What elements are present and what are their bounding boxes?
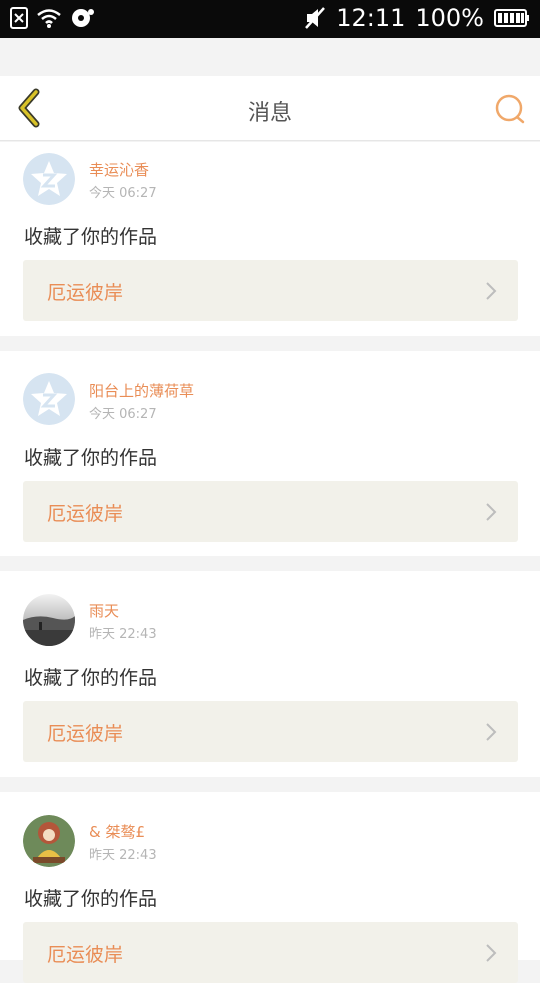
chevron-right-icon — [486, 503, 497, 521]
message-card: 阳台上的薄荷草 今天 06:27 收藏了你的作品 厄运彼岸 — [0, 351, 540, 556]
chevron-right-icon — [486, 944, 497, 962]
message-action: 收藏了你的作品 — [24, 447, 158, 469]
avatar[interactable] — [23, 153, 75, 205]
message-action: 收藏了你的作品 — [24, 888, 158, 910]
user-name[interactable]: 雨天 — [89, 600, 119, 621]
status-left-icons — [10, 7, 96, 29]
chevron-right-icon — [486, 723, 497, 741]
work-link[interactable]: 厄运彼岸 — [23, 481, 518, 542]
work-title: 厄运彼岸 — [47, 282, 124, 304]
work-title: 厄运彼岸 — [47, 723, 124, 745]
user-name[interactable]: 阳台上的薄荷草 — [89, 380, 194, 401]
message-card: 幸运沁香 今天 06:27 收藏了你的作品 厄运彼岸 — [0, 142, 540, 336]
page-title: 消息 — [247, 101, 292, 126]
message-time: 昨天 22:43 — [89, 627, 157, 642]
work-title: 厄运彼岸 — [47, 503, 124, 525]
mute-icon — [305, 7, 326, 29]
avatar[interactable] — [23, 594, 75, 646]
message-action: 收藏了你的作品 — [24, 226, 158, 248]
user-name[interactable]: 幸运沁香 — [89, 159, 149, 180]
work-link[interactable]: 厄运彼岸 — [23, 260, 518, 321]
default-star-avatar-icon — [23, 153, 75, 205]
nav-header: 消息 — [0, 76, 540, 141]
message-action: 收藏了你的作品 — [24, 667, 158, 689]
record-icon — [72, 9, 94, 27]
top-spacer — [0, 38, 540, 76]
avatar[interactable] — [23, 373, 75, 425]
notification-x-icon — [10, 7, 28, 29]
work-link[interactable]: 厄运彼岸 — [23, 922, 518, 983]
status-bar: 12:11 100% — [0, 0, 540, 38]
status-time: 12:11 — [336, 4, 406, 32]
message-card: & 桀骜£ 昨天 22:43 收藏了你的作品 厄运彼岸 — [0, 792, 540, 983]
message-card: 雨天 昨天 22:43 收藏了你的作品 厄运彼岸 — [0, 571, 540, 777]
illustrated-avatar-icon — [23, 815, 75, 867]
chevron-right-icon — [486, 282, 497, 300]
message-time: 今天 06:27 — [89, 186, 157, 201]
photo-avatar-icon — [23, 594, 75, 646]
avatar[interactable] — [23, 815, 75, 867]
battery-icon — [494, 9, 529, 27]
status-right: 12:11 100% — [304, 4, 530, 32]
user-name[interactable]: & 桀骜£ — [89, 821, 145, 842]
default-star-avatar-icon — [23, 373, 75, 425]
search-icon[interactable] — [494, 93, 526, 125]
message-time: 今天 06:27 — [89, 407, 157, 422]
work-link[interactable]: 厄运彼岸 — [23, 701, 518, 762]
message-time: 昨天 22:43 — [89, 848, 157, 863]
status-battery-percent: 100% — [415, 4, 484, 32]
work-title: 厄运彼岸 — [47, 944, 124, 966]
wifi-icon — [37, 9, 61, 28]
